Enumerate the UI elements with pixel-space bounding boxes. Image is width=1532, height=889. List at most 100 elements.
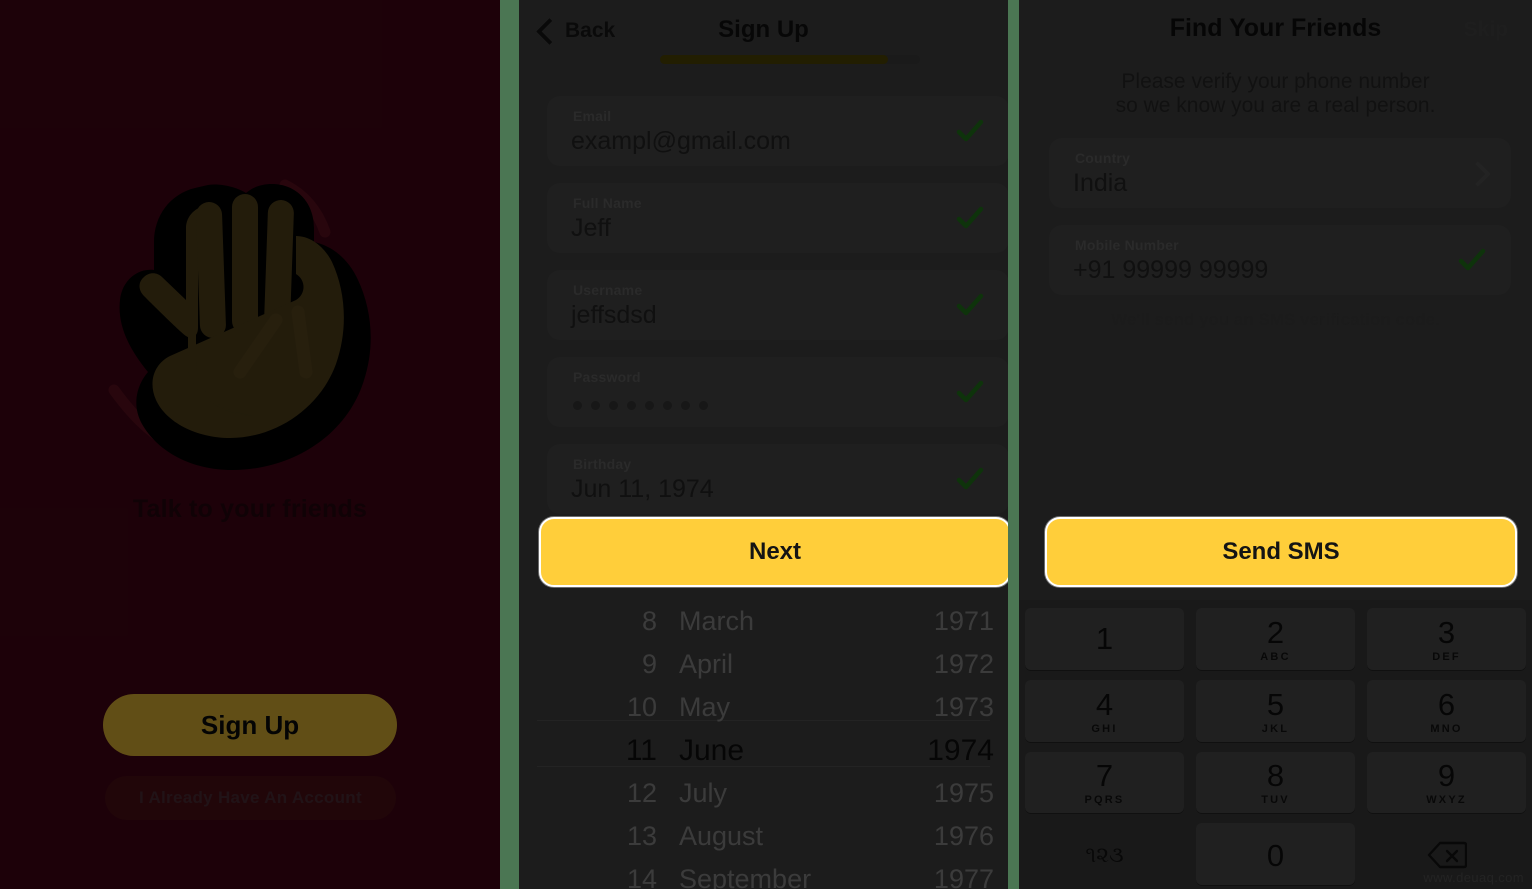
watermark-text: www.deuaq.com <box>1423 870 1524 885</box>
picker-month-selected[interactable]: June <box>679 729 879 772</box>
keypad-key-8[interactable]: 8 TUV <box>1196 751 1355 814</box>
picker-column-year[interactable]: 1971 1972 1973 1974 1975 1976 1977 <box>864 600 994 889</box>
password-field[interactable]: Password <box>547 357 1008 427</box>
picker-month-option[interactable]: March <box>679 600 879 643</box>
check-icon <box>955 290 985 320</box>
page-title: Sign Up <box>718 16 809 43</box>
keypad-key-7[interactable]: 7 PQRS <box>1025 751 1184 814</box>
send-sms-button[interactable]: Send SMS <box>1045 517 1517 587</box>
email-field-value: exampl@gmail.com <box>571 127 791 155</box>
full-name-field[interactable]: Full Name Jeff <box>547 183 1008 253</box>
birthday-date-picker[interactable]: 8 9 10 11 12 13 14 March April May June … <box>519 600 1008 889</box>
keypad-key-8-letters: TUV <box>1261 794 1290 807</box>
picker-column-day[interactable]: 8 9 10 11 12 13 14 <box>577 600 657 889</box>
picker-year-option[interactable]: 1972 <box>864 643 994 686</box>
keypad-key-6-letters: MNO <box>1430 722 1463 735</box>
keypad-key-9-letters: WXYZ <box>1426 794 1467 807</box>
picker-month-option[interactable]: August <box>679 815 879 858</box>
username-field-value: jeffsdsd <box>571 301 657 329</box>
keypad-key-4[interactable]: 4 GHI <box>1025 679 1184 742</box>
tagline-text: Talk to your friends <box>132 495 368 523</box>
keypad-key-6-number: 6 <box>1437 686 1456 722</box>
keypad-key-9[interactable]: 9 WXYZ <box>1367 751 1526 814</box>
verify-subtitle-line2: so we know you are a real person. <box>1115 94 1436 118</box>
keypad-key-7-number: 7 <box>1095 758 1114 794</box>
check-icon <box>955 464 985 494</box>
page-title: Find Your Friends <box>1169 14 1382 42</box>
country-field-value: India <box>1073 169 1128 197</box>
keypad-key-9-number: 9 <box>1437 758 1456 794</box>
welcome-screen: Talk to your friends Sign Up I Already H… <box>0 0 500 889</box>
birthday-field[interactable]: Birthday Jun 11, 1974 <box>547 444 1008 514</box>
next-button[interactable]: Next <box>539 517 1008 587</box>
i-already-have-an-account-button[interactable]: I Already Have An Account <box>105 776 396 820</box>
username-field-label: Username <box>573 282 643 298</box>
keypad-key-2-letters: ABC <box>1260 650 1291 663</box>
picker-month-option[interactable]: April <box>679 643 879 686</box>
picker-month-option[interactable]: September <box>679 858 879 889</box>
signup-progress-fill <box>660 55 888 64</box>
keypad-key-4-letters: GHI <box>1091 722 1118 735</box>
picker-day-selected[interactable]: 11 <box>577 729 657 772</box>
keypad-key-2[interactable]: 2 ABC <box>1196 608 1355 670</box>
picker-year-option[interactable]: 1977 <box>864 858 994 889</box>
country-field[interactable]: Country India <box>1049 138 1511 208</box>
birthday-field-label: Birthday <box>573 456 632 472</box>
keypad-key-3-number: 3 <box>1437 614 1456 650</box>
picker-year-option[interactable]: 1973 <box>864 686 994 729</box>
verify-subtitle: Please verify your phone number so we kn… <box>1059 70 1492 118</box>
keypad-key-5[interactable]: 5 JKL <box>1196 679 1355 742</box>
picker-day-option[interactable]: 8 <box>577 600 657 643</box>
full-name-field-label: Full Name <box>573 195 642 211</box>
email-field[interactable]: Email exampl@gmail.com <box>547 96 1008 166</box>
keypad-key-7-letters: PQRS <box>1084 794 1125 807</box>
find-your-friends-screen: Find Your Friends Skip Please verify you… <box>1019 0 1532 889</box>
mobile-number-field-label: Mobile Number <box>1075 237 1179 253</box>
email-field-label: Email <box>573 108 612 124</box>
numeric-keypad[interactable]: 1 2 ABC 3 DEF 4 GHI 5 JKL 6 MNO 7 PQRS 8… <box>1019 600 1532 889</box>
keypad-key-8-number: 8 <box>1266 758 1285 794</box>
chevron-right-icon <box>1469 160 1487 186</box>
screenshot-root: Talk to your friends Sign Up I Already H… <box>0 0 1532 889</box>
picker-year-option[interactable]: 1975 <box>864 772 994 815</box>
waving-hand-icon <box>0 150 500 480</box>
sign-up-button[interactable]: Sign Up <box>103 694 397 756</box>
skip-button[interactable]: Skip <box>1464 18 1508 42</box>
mobile-number-field-value: +91 99999 99999 <box>1073 256 1269 284</box>
birthday-field-value: Jun 11, 1974 <box>571 475 714 503</box>
keypad-key-0[interactable]: 0 <box>1196 823 1355 885</box>
keypad-key-5-letters: JKL <box>1261 722 1290 735</box>
check-icon <box>955 377 985 407</box>
keypad-key-2-number: 2 <box>1266 614 1285 650</box>
picker-month-option[interactable]: May <box>679 686 879 729</box>
mobile-number-field[interactable]: Mobile Number +91 99999 99999 <box>1049 225 1511 295</box>
keypad-key-5-number: 5 <box>1266 686 1285 722</box>
picker-day-option[interactable]: 9 <box>577 643 657 686</box>
picker-day-option[interactable]: 12 <box>577 772 657 815</box>
keypad-key-1[interactable]: 1 <box>1025 608 1184 670</box>
keypad-key-3[interactable]: 3 DEF <box>1367 608 1526 670</box>
picker-year-option[interactable]: 1976 <box>864 815 994 858</box>
backspace-icon <box>1427 840 1467 870</box>
panel-divider-1 <box>500 0 519 889</box>
country-field-label: Country <box>1075 150 1131 166</box>
keypad-key-6[interactable]: 6 MNO <box>1367 679 1526 742</box>
picker-column-month[interactable]: March April May June July August Septemb… <box>679 600 879 889</box>
keypad-numeral-switch-label: ૧૨૩ <box>1085 842 1124 868</box>
check-icon <box>955 116 985 146</box>
picker-day-option[interactable]: 14 <box>577 858 657 889</box>
picker-day-option[interactable]: 13 <box>577 815 657 858</box>
username-field[interactable]: Username jeffsdsd <box>547 270 1008 340</box>
picker-day-option[interactable]: 10 <box>577 686 657 729</box>
keypad-numeral-switch-button[interactable]: ૧૨૩ <box>1025 823 1184 885</box>
picker-month-option[interactable]: July <box>679 772 879 815</box>
full-name-field-value: Jeff <box>571 214 611 242</box>
sign-up-screen: Back Sign Up Email exampl@gmail.com Full… <box>519 0 1008 889</box>
panel-divider-2 <box>1008 0 1019 889</box>
keypad-key-0-number: 0 <box>1266 837 1285 873</box>
password-masked-value <box>573 401 708 410</box>
picker-year-option[interactable]: 1971 <box>864 600 994 643</box>
password-field-label: Password <box>573 369 641 385</box>
sms-note: We'll send you an SMS verification code. <box>1111 310 1440 329</box>
picker-year-selected[interactable]: 1974 <box>864 729 994 772</box>
